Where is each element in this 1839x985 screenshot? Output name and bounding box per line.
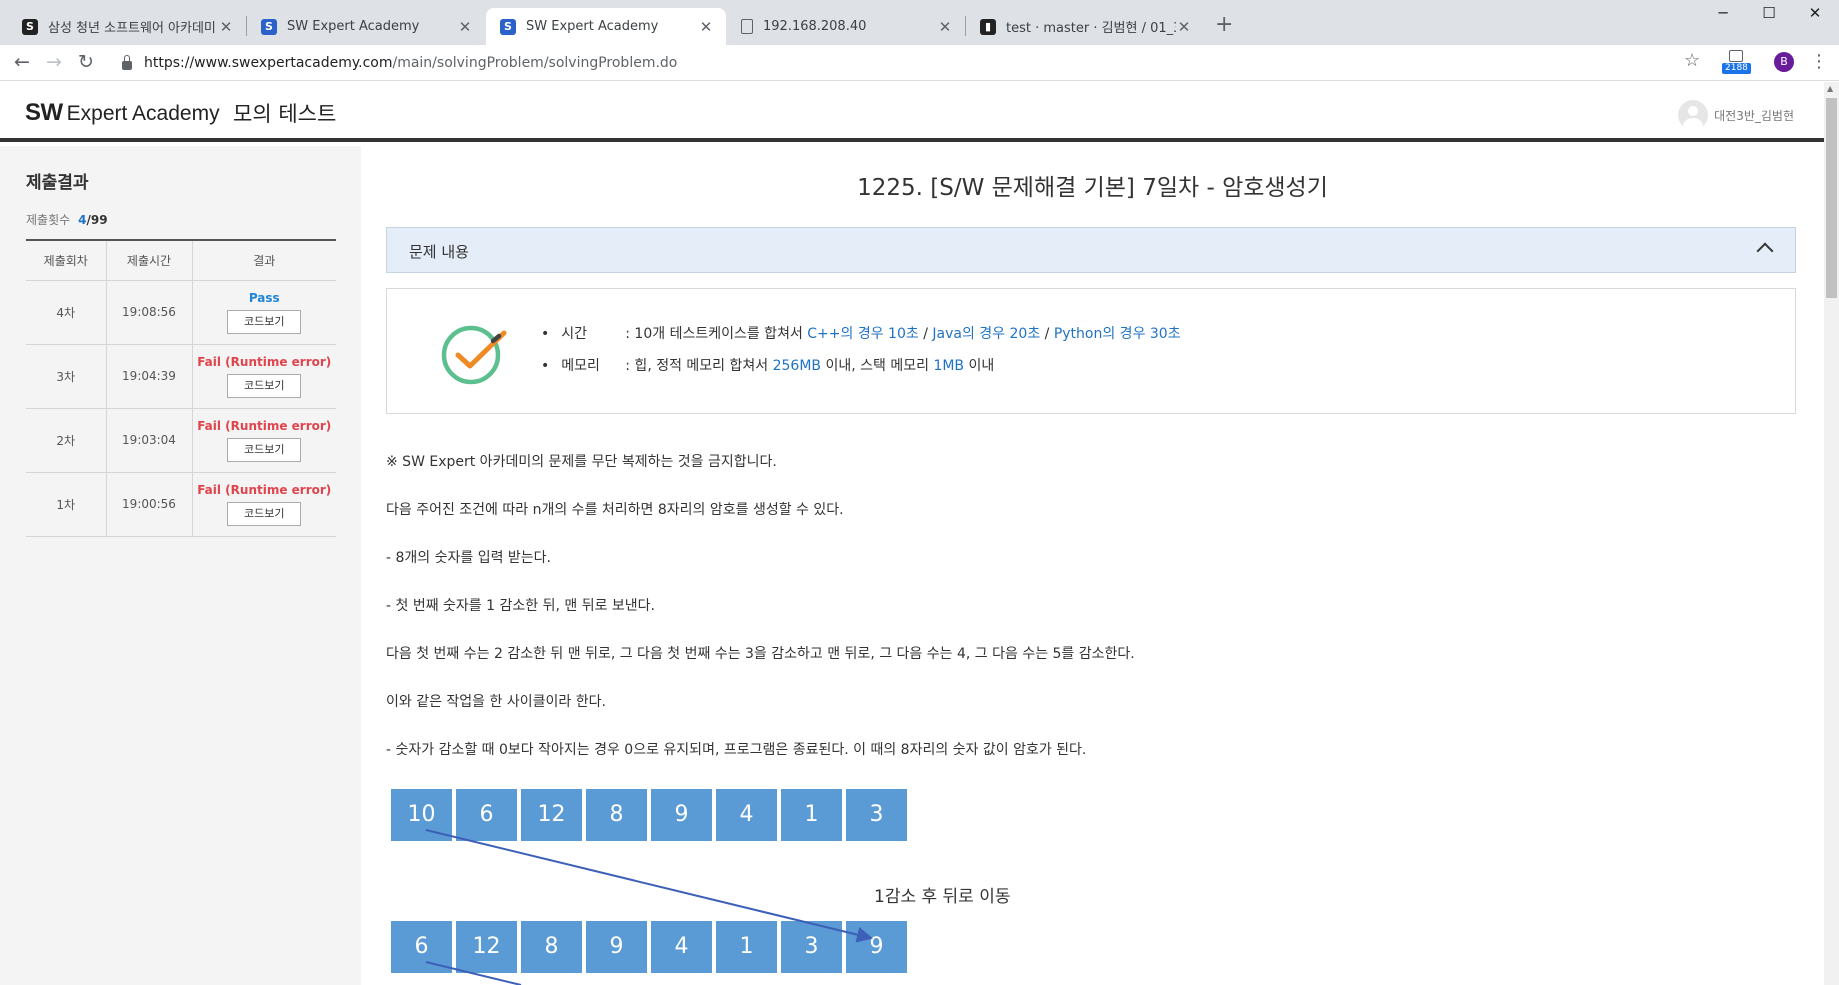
- user-avatar-icon: [1678, 100, 1709, 130]
- move-arrow: [425, 961, 522, 985]
- user-menu[interactable]: 대전3반_김범현: [1678, 100, 1794, 130]
- reload-icon[interactable]: ↻: [74, 51, 98, 73]
- result-text: Fail (Runtime error): [197, 418, 332, 433]
- move-arrow: [425, 829, 873, 943]
- browser-toolbar: ← → ↻ https://www.swexpertacademy.com/ma…: [0, 45, 1839, 81]
- site-logo[interactable]: SW Expert Academy: [25, 99, 220, 127]
- table-row: 2차 19:03:04 Fail (Runtime error) 코드보기: [26, 408, 336, 473]
- page-scrollbar[interactable]: ▲: [1824, 82, 1839, 985]
- col-header-time: 제출시간: [105, 239, 192, 281]
- view-code-button[interactable]: 코드보기: [227, 501, 302, 526]
- extension-badge: 2188: [1722, 63, 1751, 74]
- tab-title: 삼성 청년 소프트웨어 아카데미: [48, 21, 216, 36]
- tab-title: 192.168.208.40: [763, 19, 867, 34]
- window-close-icon[interactable]: ✕: [1792, 4, 1838, 22]
- close-icon[interactable]: ✕: [937, 18, 953, 36]
- time-cell: 19:00:56: [105, 472, 192, 537]
- round-cell: 4차: [26, 280, 106, 345]
- problem-content: 1225. [S/W 문제해결 기본] 7일차 - 암호생성기 문제 내용 • 시…: [361, 146, 1824, 985]
- tab-title: SW Expert Academy: [287, 19, 420, 34]
- scroll-thumb[interactable]: [1826, 98, 1837, 298]
- browser-tab-3-active[interactable]: S SW Expert Academy ✕: [486, 8, 726, 45]
- back-icon[interactable]: ←: [10, 51, 34, 73]
- submission-table: 제출회차 제출시간 결과 4차 19:08:56 Pass 코드보기 3차 19:…: [26, 239, 336, 537]
- extension-calendar-icon[interactable]: 2188: [1722, 50, 1751, 74]
- close-icon[interactable]: ✕: [457, 18, 473, 36]
- table-row: 3차 19:04:39 Fail (Runtime error) 코드보기: [26, 344, 336, 409]
- col-header-round: 제출회차: [26, 239, 106, 281]
- submission-count: 제출횟수 4/99: [26, 213, 108, 227]
- address-bar[interactable]: https://www.swexpertacademy.com/main/sol…: [108, 49, 1708, 77]
- swea-icon: S: [261, 18, 277, 35]
- result-text: Fail (Runtime error): [197, 354, 332, 369]
- move-arrows: [425, 829, 873, 985]
- minimize-icon[interactable]: ─: [1700, 4, 1746, 22]
- maximize-icon[interactable]: ☐: [1746, 4, 1792, 22]
- browser-tab-4[interactable]: 192.168.208.40 ✕: [727, 8, 965, 45]
- close-icon[interactable]: ✕: [1176, 18, 1192, 36]
- browser-tab-bar: S 삼성 청년 소프트웨어 아카데미 ✕ S SW Expert Academy…: [0, 0, 1839, 45]
- result-text: Fail (Runtime error): [197, 482, 332, 497]
- lock-icon: [122, 54, 132, 70]
- section-title: 모의 테스트: [233, 102, 337, 126]
- browser-tab-2[interactable]: S SW Expert Academy ✕: [247, 8, 485, 45]
- url-text: https://www.swexpertacademy.com/main/sol…: [144, 55, 678, 71]
- browser-tab-5[interactable]: ▮ test · master · 김범현 / 01_3_ho ✕: [966, 8, 1204, 45]
- round-cell: 2차: [26, 408, 106, 473]
- profile-avatar[interactable]: B: [1774, 52, 1794, 72]
- bookmark-star-icon[interactable]: ☆: [1684, 50, 1700, 71]
- site-header: SW Expert Academy 모의 테스트 대전3반_김범현: [0, 82, 1824, 142]
- result-text: Pass: [248, 290, 280, 305]
- time-cell: 19:04:39: [105, 344, 192, 409]
- view-code-button[interactable]: 코드보기: [227, 373, 302, 398]
- time-cell: 19:03:04: [105, 408, 192, 473]
- tab-title: test · master · 김범현 / 01_3_ho: [1006, 21, 1176, 36]
- gitlab-icon: ▮: [980, 18, 996, 35]
- time-cell: 19:08:56: [105, 280, 192, 345]
- submission-title: 제출결과: [26, 173, 89, 193]
- round-cell: 1차: [26, 472, 106, 537]
- new-tab-icon[interactable]: +: [1215, 12, 1233, 37]
- document-icon: [741, 19, 753, 34]
- view-code-button[interactable]: 코드보기: [227, 437, 302, 462]
- col-header-result: 결과: [191, 239, 336, 281]
- menu-kebab-icon[interactable]: ⋮: [1810, 51, 1828, 72]
- browser-tab-1[interactable]: S 삼성 청년 소프트웨어 아카데미 ✕: [8, 8, 246, 45]
- round-cell: 3차: [26, 344, 106, 409]
- view-code-button[interactable]: 코드보기: [227, 309, 302, 334]
- close-icon[interactable]: ✕: [218, 18, 234, 36]
- ssafy-icon: S: [22, 18, 38, 35]
- tab-title: SW Expert Academy: [526, 19, 659, 34]
- forward-icon[interactable]: →: [42, 51, 66, 73]
- submission-panel: 제출결과 제출횟수 4/99 제출회차 제출시간 결과 4차 19:08:56 P…: [0, 146, 361, 985]
- close-icon[interactable]: ✕: [698, 18, 714, 36]
- table-row: 4차 19:08:56 Pass 코드보기: [26, 280, 336, 345]
- user-name: 대전3반_김범현: [1714, 108, 1794, 123]
- scroll-up-icon[interactable]: ▲: [1827, 84, 1833, 93]
- table-row: 1차 19:00:56 Fail (Runtime error) 코드보기: [26, 472, 336, 537]
- swea-icon: S: [500, 18, 516, 35]
